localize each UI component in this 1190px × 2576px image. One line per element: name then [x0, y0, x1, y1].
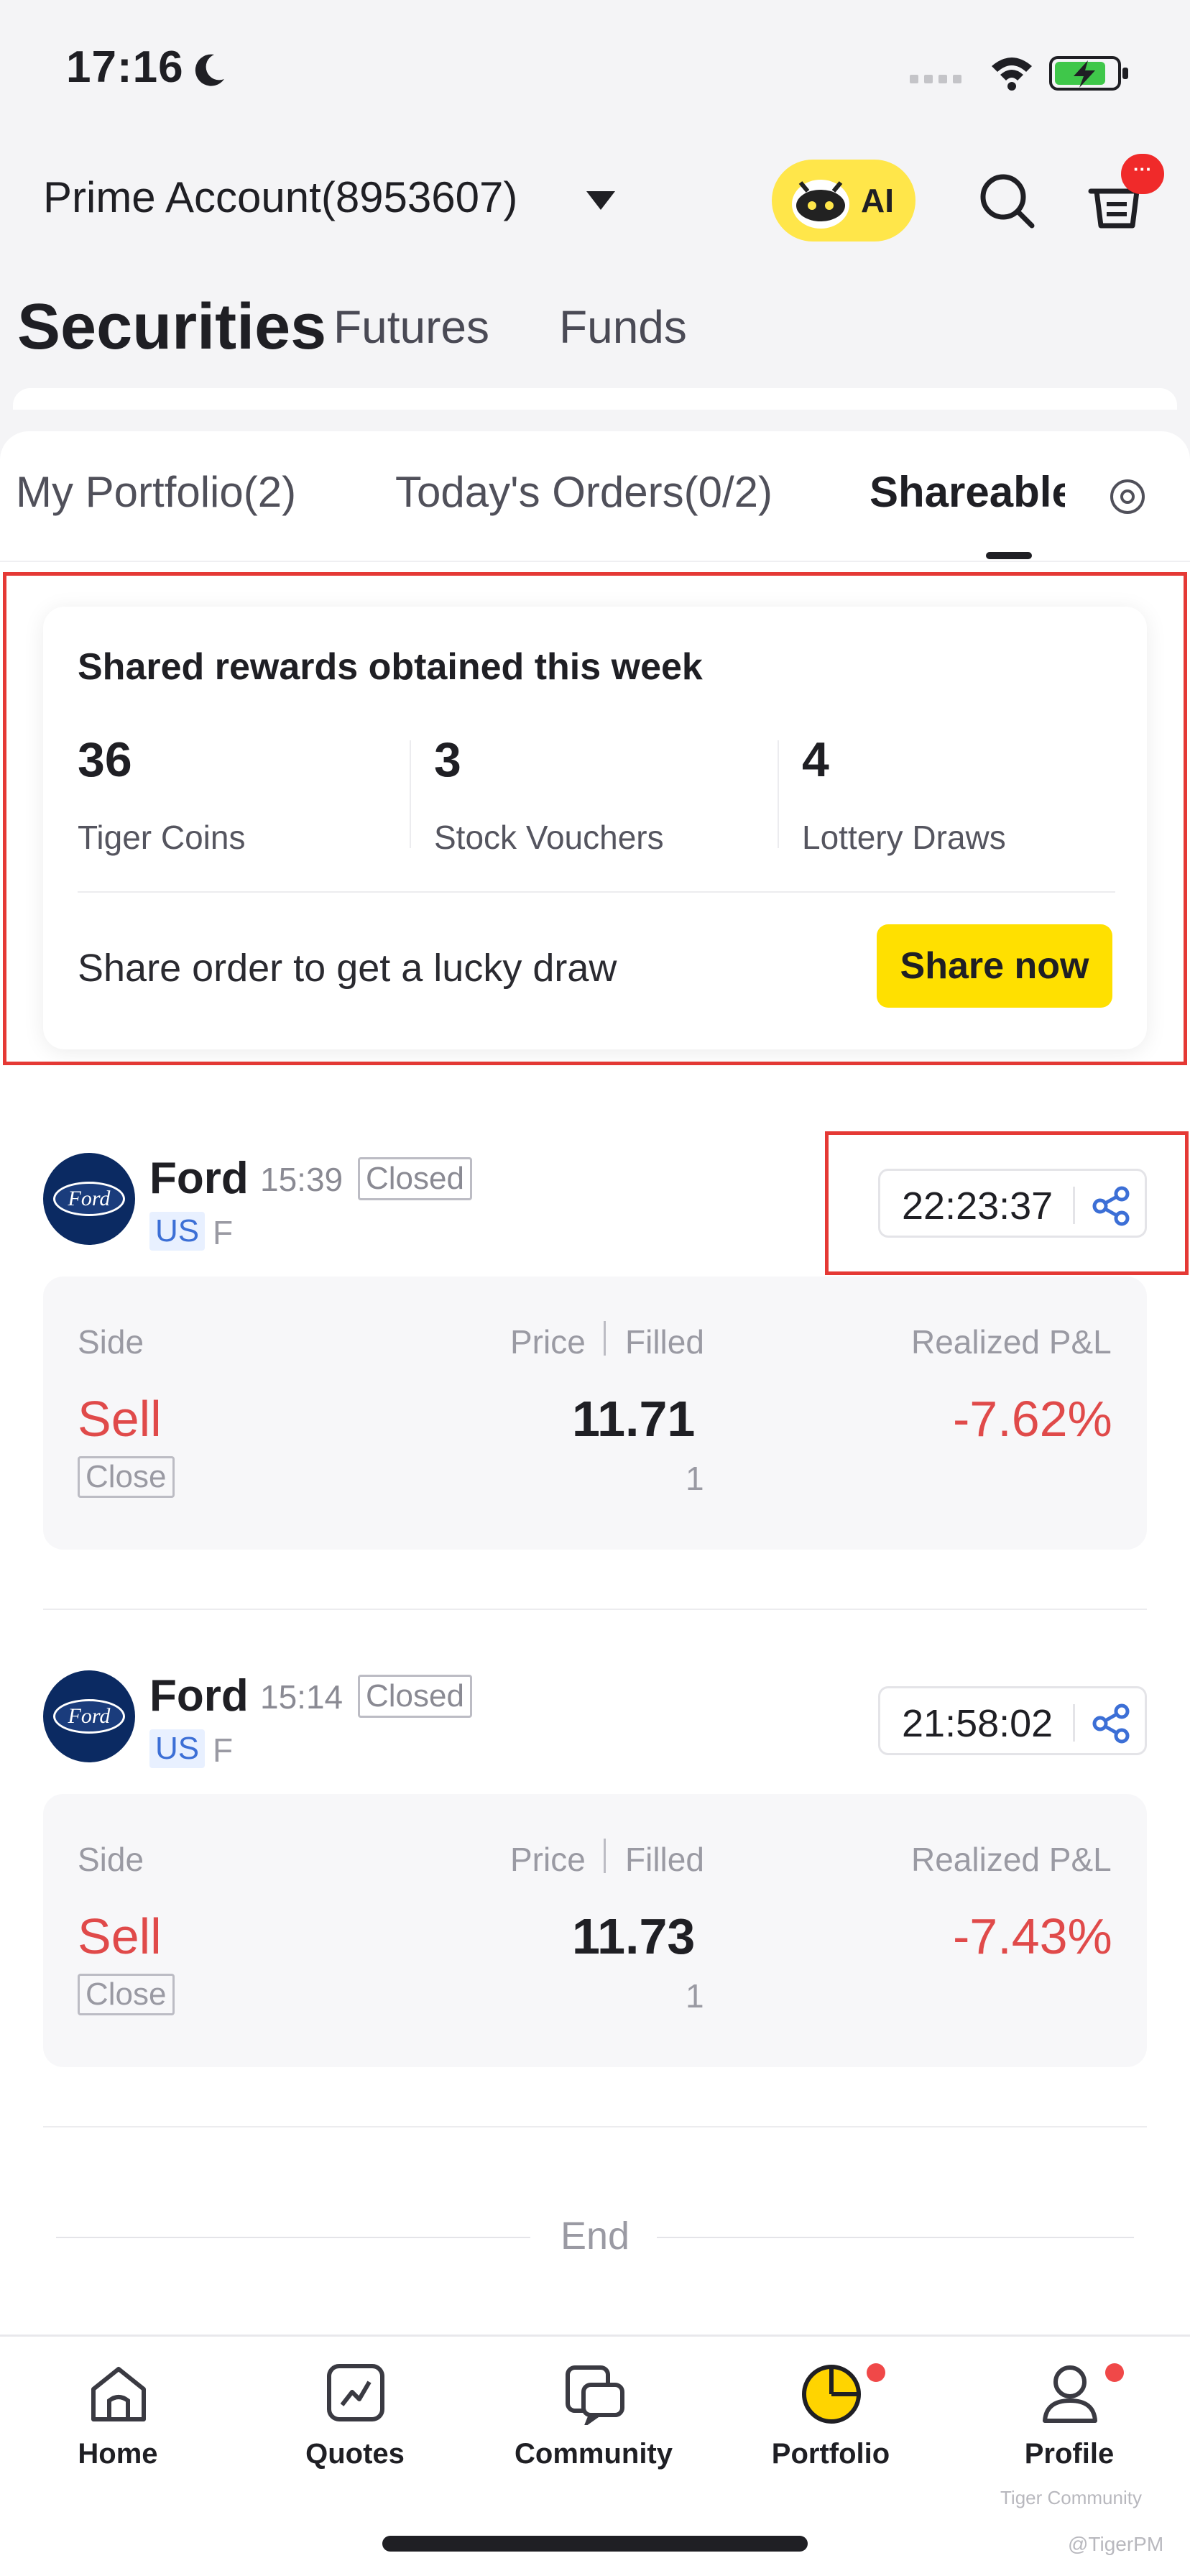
- order-time: 15:14: [260, 1678, 343, 1716]
- filled-header: Filled: [625, 1323, 704, 1361]
- home-icon: [91, 2367, 146, 2421]
- order-side: Sell: [78, 1908, 162, 1964]
- nav-portfolio[interactable]: Portfolio: [744, 2346, 917, 2483]
- signal-icon: [910, 75, 961, 83]
- community-icon: [566, 2365, 624, 2425]
- lottery-draws-value: 4: [802, 732, 829, 787]
- filled-header: Filled: [625, 1841, 704, 1878]
- moon-icon: [195, 54, 224, 86]
- ford-logo-mark: Ford: [53, 1699, 125, 1734]
- ticker-symbol: F: [213, 1214, 234, 1251]
- robot-icon: [792, 180, 849, 229]
- share-description: Share order to get a lucky draw: [78, 947, 617, 990]
- tab-futures[interactable]: Futures: [333, 300, 489, 354]
- ai-assistant-button[interactable]: [772, 160, 915, 242]
- ticker-symbol: F: [213, 1731, 234, 1769]
- notification-badge: ···: [1121, 154, 1164, 194]
- price-header: Price: [510, 1841, 586, 1878]
- notification-dot: [1105, 2363, 1124, 2382]
- home-indicator[interactable]: [382, 2536, 808, 2552]
- notification-dot: [867, 2363, 885, 2382]
- tab-securities[interactable]: Securities: [17, 290, 326, 364]
- nav-community[interactable]: Community: [507, 2346, 680, 2483]
- tab-todays-orders[interactable]: Today's Orders(0/2): [395, 467, 772, 517]
- item-divider: [43, 1609, 1147, 1610]
- watermark-text: Tiger Community: [1000, 2487, 1142, 2508]
- pl-header: Realized P&L: [911, 1323, 1112, 1361]
- header-separator: [604, 1839, 606, 1873]
- ford-logo: Ford: [43, 1670, 135, 1762]
- tiger-coins-value: 36: [78, 732, 132, 787]
- rewards-divider: [78, 891, 1115, 893]
- tab-my-portfolio[interactable]: My Portfolio(2): [16, 467, 296, 517]
- end-line-left: [56, 2237, 530, 2238]
- battery-icon: [1049, 56, 1128, 91]
- order-action-badge: Close: [78, 1456, 175, 1498]
- header-separator: [604, 1321, 606, 1356]
- rewards-title: Shared rewards obtained this week: [78, 646, 703, 688]
- lottery-draws-label: Lottery Draws: [802, 819, 1006, 856]
- pie-chart-icon: [802, 2365, 861, 2424]
- status-icons: [910, 56, 1128, 91]
- share-now-button[interactable]: Share now: [877, 924, 1112, 1008]
- share-countdown[interactable]: 21:58:02: [878, 1686, 1147, 1755]
- order-price: 11.73: [572, 1908, 696, 1964]
- countdown-timer: 21:58:02: [902, 1702, 1053, 1745]
- ford-logo-mark: Ford: [53, 1182, 125, 1216]
- stock-vouchers-label: Stock Vouchers: [434, 819, 664, 856]
- tab-shareable[interactable]: Shareable: [870, 467, 1065, 517]
- order-action-badge: Close: [78, 1974, 175, 2015]
- rewards-separator: [410, 740, 411, 848]
- tab-divider: [0, 561, 1190, 562]
- stock-vouchers-value: 3: [434, 732, 461, 787]
- stock-name[interactable]: Ford: [149, 1153, 249, 1204]
- nav-label: Community: [515, 2438, 673, 2470]
- nav-label: Portfolio: [771, 2438, 890, 2470]
- active-tab-indicator: [986, 552, 1032, 559]
- order-price: 11.71: [572, 1391, 696, 1447]
- nav-label: Profile: [1024, 2438, 1115, 2470]
- market-badge: US: [149, 1212, 206, 1251]
- search-icon[interactable]: [977, 171, 1036, 230]
- rewards-separator: [778, 740, 779, 848]
- order-time: 15:39: [260, 1161, 343, 1198]
- profile-icon: [1043, 2365, 1097, 2423]
- ai-label: AI: [861, 182, 894, 219]
- stock-name[interactable]: Ford: [149, 1670, 249, 1721]
- item-divider: [43, 2126, 1147, 2128]
- share-icon[interactable]: [1090, 1703, 1132, 1744]
- side-header: Side: [78, 1323, 144, 1361]
- dropdown-caret-icon[interactable]: [586, 191, 615, 210]
- order-side: Sell: [78, 1391, 162, 1447]
- nav-home[interactable]: Home: [32, 2346, 204, 2483]
- nav-label: Home: [78, 2438, 158, 2470]
- highlight-countdown: [825, 1131, 1189, 1275]
- timer-separator: [1073, 1704, 1075, 1742]
- realized-pl: -7.62%: [953, 1391, 1112, 1447]
- status-time: 17:16: [66, 42, 184, 92]
- nav-quotes[interactable]: Quotes: [269, 2346, 441, 2483]
- side-header: Side: [78, 1841, 144, 1878]
- end-of-list: End: [561, 2214, 630, 2258]
- chart-icon: [327, 2364, 384, 2421]
- order-filled-qty: 1: [686, 1460, 704, 1497]
- tab-funds[interactable]: Funds: [559, 300, 687, 354]
- tiger-coins-label: Tiger Coins: [78, 819, 246, 856]
- collapsed-panel: [13, 388, 1177, 410]
- account-selector[interactable]: Prime Account(8953607): [43, 172, 517, 222]
- nav-label: Quotes: [305, 2438, 405, 2470]
- order-status-badge: Closed: [358, 1157, 472, 1200]
- market-badge: US: [149, 1729, 206, 1768]
- order-status-badge: Closed: [358, 1675, 472, 1718]
- ford-logo: Ford: [43, 1153, 135, 1245]
- order-filled-qty: 1: [686, 1977, 704, 2015]
- realized-pl: -7.43%: [953, 1908, 1112, 1964]
- pl-header: Realized P&L: [911, 1841, 1112, 1878]
- price-header: Price: [510, 1323, 586, 1361]
- wifi-icon: [992, 58, 1032, 91]
- end-line-right: [657, 2237, 1134, 2238]
- nav-profile[interactable]: Profile: [983, 2346, 1156, 2483]
- watermark-handle: @TigerPM: [1068, 2533, 1164, 2555]
- settings-icon[interactable]: [1108, 477, 1147, 516]
